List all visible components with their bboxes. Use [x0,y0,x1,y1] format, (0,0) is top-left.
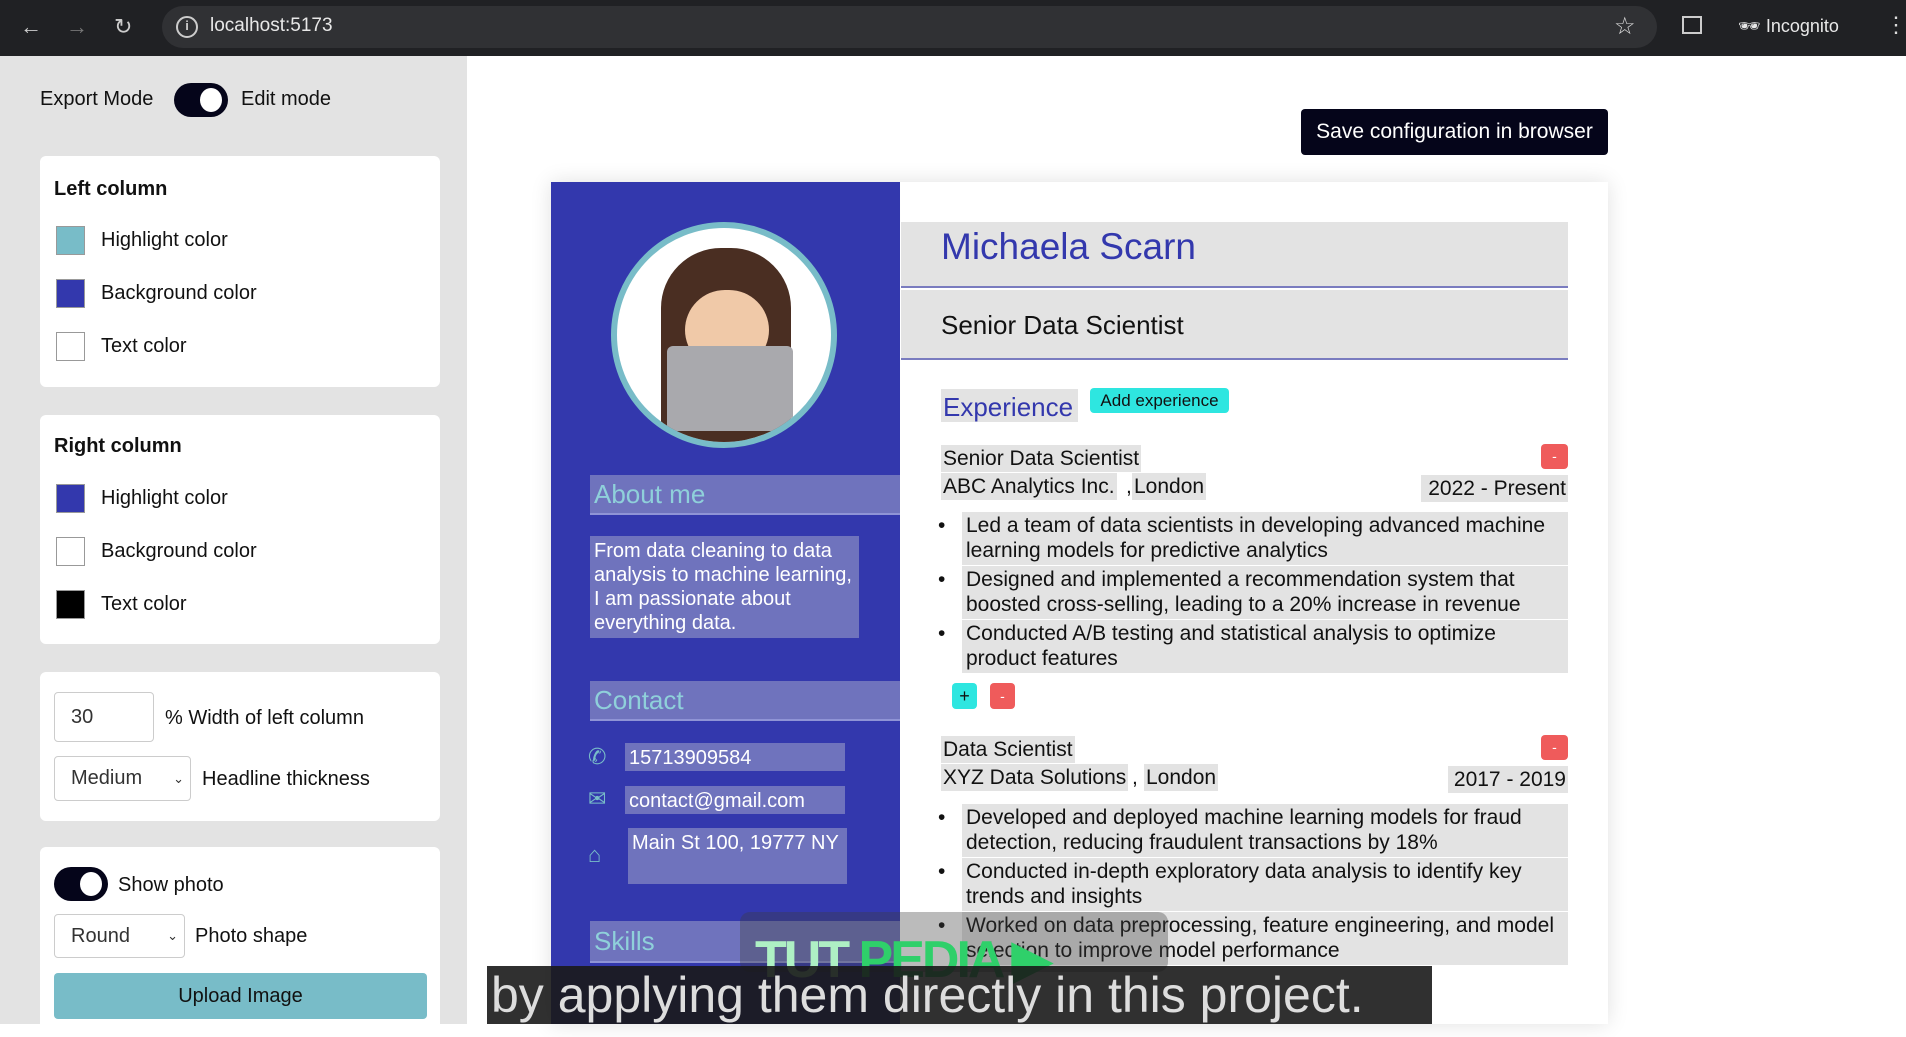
contact-header[interactable]: Contact [590,681,900,721]
info-icon[interactable]: i [176,16,198,38]
remove-bullet-button[interactable]: - [990,683,1015,709]
swatch-label: Background color [101,540,257,562]
about-header[interactable]: About me [590,475,900,515]
mode-toggle[interactable] [174,83,228,117]
show-photo-label: Show photo [118,874,224,896]
forward-icon[interactable]: → [66,14,88,40]
chevron-down-icon: ⌄ [173,770,184,786]
home-icon: ⌂ [588,842,602,867]
url-text: localhost:5173 [210,15,333,36]
address-field[interactable]: Main St 100, 19777 NY [628,828,847,884]
swatch-label: Background color [101,282,257,304]
job-city[interactable]: London [1132,473,1207,500]
browser-toolbar: ← → ↻ i localhost:5173 ☆ 🕶 Incognito ⋮ [0,0,1906,56]
show-photo-toggle[interactable] [54,867,108,901]
laptop-icon [667,346,793,431]
job-bullet[interactable]: Designed and implemented a recommendatio… [938,566,1568,619]
left-column-card: Left column Highlight color Background c… [40,156,440,387]
job-bullet[interactable]: Conducted in-depth exploratory data anal… [938,858,1568,911]
side-panel-icon[interactable] [1682,16,1702,34]
edit-mode-label: Edit mode [241,88,332,110]
remove-job-button[interactable]: - [1541,444,1568,469]
right-background-swatch[interactable] [56,537,85,566]
photo-card: Show photo Round ⌄ Photo shape Upload Ima… [40,847,440,1037]
incognito-label: Incognito [1765,16,1839,36]
swatch-label: Highlight color [101,487,228,509]
job-bullet[interactable]: Conducted A/B testing and statistical an… [938,620,1568,673]
job-company[interactable]: ABC Analytics Inc. [941,473,1117,500]
phone-field[interactable]: 15713909584 [625,743,845,771]
left-text-swatch[interactable] [56,332,85,361]
card-title: Right column [54,435,182,457]
left-background-swatch[interactable] [56,279,85,308]
experience-header[interactable]: Experience [941,389,1078,422]
width-input[interactable]: 30 [54,692,154,742]
job-bullet[interactable]: Developed and deployed machine learning … [938,804,1568,857]
photo-shape-select[interactable]: Round ⌄ [54,914,185,958]
chevron-down-icon: ⌄ [167,928,178,943]
export-mode-label: Export Mode [40,88,154,110]
address-bar[interactable]: i localhost:5173 [162,6,1657,48]
job-title[interactable]: Senior Data Scientist [941,445,1142,472]
email-icon: ✉ [588,786,607,811]
swatch-label: Text color [101,593,187,615]
photo-shape-label: Photo shape [195,925,308,947]
right-column-card: Right column Highlight color Background … [40,415,440,644]
job-company[interactable]: XYZ Data Solutions [941,764,1129,791]
job-bullet[interactable]: Led a team of data scientists in develop… [938,512,1568,565]
incognito-icon: 🕶 [1738,16,1766,36]
upload-image-button[interactable]: Upload Image [54,973,427,1019]
swatch-label: Highlight color [101,229,228,251]
job-dates[interactable]: 2022 - Present [1421,475,1568,502]
right-highlight-swatch[interactable] [56,484,85,513]
incognito-badge[interactable]: 🕶 Incognito [1738,16,1839,37]
remove-job-button[interactable]: - [1541,735,1568,760]
resume-title[interactable]: Senior Data Scientist [901,290,1568,360]
job-city[interactable]: London [1144,764,1219,791]
star-icon[interactable]: ☆ [1614,12,1636,41]
reload-icon[interactable]: ↻ [114,14,132,40]
phone-icon: ✆ [588,744,607,769]
thickness-label: Headline thickness [202,768,370,790]
save-configuration-button[interactable]: Save configuration in browser [1301,109,1608,155]
select-value: Round [71,924,130,947]
add-experience-button[interactable]: Add experience [1090,388,1229,413]
menu-icon[interactable]: ⋮ [1885,12,1906,38]
job-dates[interactable]: 2017 - 2019 [1448,766,1568,793]
left-highlight-swatch[interactable] [56,226,85,255]
profile-photo[interactable] [611,222,837,448]
right-text-swatch[interactable] [56,590,85,619]
add-bullet-button[interactable]: + [952,683,977,709]
about-text[interactable]: From data cleaning to data analysis to m… [590,536,859,638]
card-title: Left column [54,178,168,200]
email-field[interactable]: contact@gmail.com [625,786,845,814]
width-label: % Width of left column [165,707,364,729]
back-icon[interactable]: ← [20,14,42,40]
layout-card: 30 % Width of left column Medium ⌄ Headli… [40,672,440,821]
swatch-label: Text color [101,335,187,357]
thickness-select[interactable]: Medium ⌄ [54,756,191,801]
job-title[interactable]: Data Scientist [941,736,1075,763]
resume-name[interactable]: Michaela Scarn [901,222,1568,288]
video-caption: by applying them directly in this projec… [487,966,1432,1024]
select-value: Medium [71,767,143,789]
